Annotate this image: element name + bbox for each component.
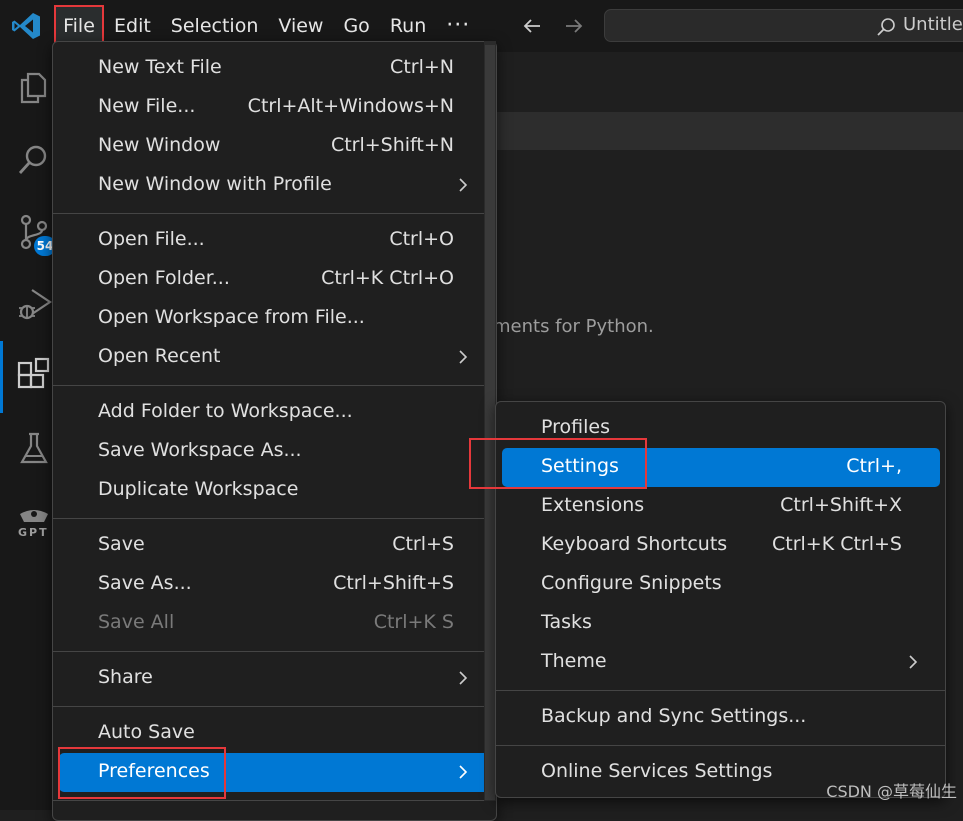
menu-item-new-window[interactable]: New Window Ctrl+Shift+N bbox=[59, 127, 490, 166]
menu-item-new-text-file[interactable]: New Text File Ctrl+N bbox=[59, 49, 490, 88]
chevron-right-icon bbox=[459, 671, 468, 685]
extensions-icon[interactable] bbox=[14, 356, 54, 396]
menu-item-duplicate-workspace[interactable]: Duplicate Workspace bbox=[59, 471, 490, 510]
menu-separator bbox=[53, 800, 496, 801]
menu-item-open-folder[interactable]: Open Folder... Ctrl+K Ctrl+O bbox=[59, 260, 490, 299]
command-center[interactable]: Untitled bbox=[604, 9, 963, 42]
command-center-text: Untitled bbox=[903, 14, 963, 35]
menu-item-open-recent[interactable]: Open Recent bbox=[59, 338, 490, 377]
menu-item-configure-snippets[interactable]: Configure Snippets bbox=[502, 565, 940, 604]
menu-item-extensions[interactable]: Extensions Ctrl+Shift+X bbox=[502, 487, 940, 526]
menu-separator bbox=[53, 518, 496, 519]
testing-flask-icon[interactable] bbox=[14, 428, 54, 468]
preferences-submenu: Profiles Settings Ctrl+, Extensions Ctrl… bbox=[495, 401, 946, 798]
menu-item-theme[interactable]: Theme bbox=[502, 643, 940, 682]
menu-item-backup-sync[interactable]: Backup and Sync Settings... bbox=[502, 698, 940, 737]
menu-item-add-folder[interactable]: Add Folder to Workspace... bbox=[59, 393, 490, 432]
menu-item-preferences[interactable]: Preferences bbox=[59, 753, 490, 792]
vscode-logo-icon bbox=[12, 13, 40, 39]
menu-item-auto-save[interactable]: Auto Save bbox=[59, 714, 490, 753]
editor-background-text: ments for Python. bbox=[493, 316, 654, 337]
menu-item-new-window-with-profile[interactable]: New Window with Profile bbox=[59, 166, 490, 205]
menu-separator bbox=[496, 690, 945, 691]
active-view-indicator bbox=[0, 341, 3, 413]
menu-item-share[interactable]: Share bbox=[59, 659, 490, 698]
menu-scrollbar-thumb[interactable] bbox=[485, 45, 495, 800]
forward-arrow-icon[interactable] bbox=[562, 14, 586, 42]
chevron-right-icon bbox=[459, 765, 468, 779]
menu-item-save-workspace-as[interactable]: Save Workspace As... bbox=[59, 432, 490, 471]
search-icon bbox=[877, 18, 895, 36]
menu-item-profiles[interactable]: Profiles bbox=[502, 409, 940, 448]
menu-separator bbox=[53, 213, 496, 214]
navigation-controls bbox=[520, 14, 586, 42]
run-debug-icon[interactable] bbox=[14, 284, 54, 324]
menu-item-save[interactable]: Save Ctrl+S bbox=[59, 526, 490, 565]
menu-item-save-all: Save All Ctrl+K S bbox=[98, 611, 454, 633]
watermark: CSDN @草莓仙生 bbox=[826, 782, 957, 801]
menu-item-new-file[interactable]: New File... Ctrl+Alt+Windows+N bbox=[59, 88, 490, 127]
back-arrow-icon[interactable] bbox=[520, 14, 544, 42]
menu-separator bbox=[53, 651, 496, 652]
menu-item-open-workspace[interactable]: Open Workspace from File... bbox=[59, 299, 490, 338]
activity-bar: 54 GPT bbox=[0, 52, 56, 810]
chevron-right-icon bbox=[909, 655, 918, 669]
chevron-right-icon bbox=[459, 178, 468, 192]
menu-item-open-file[interactable]: Open File... Ctrl+O bbox=[59, 221, 490, 260]
menu-item-tasks[interactable]: Tasks bbox=[502, 604, 940, 643]
menu-item-save-as[interactable]: Save As... Ctrl+Shift+S bbox=[59, 565, 490, 604]
menu-item-keyboard-shortcuts[interactable]: Keyboard Shortcuts Ctrl+K Ctrl+S bbox=[502, 526, 940, 565]
explorer-icon[interactable] bbox=[14, 66, 54, 106]
editor-tab-strip bbox=[485, 112, 963, 150]
menu-separator bbox=[53, 706, 496, 707]
menu-separator bbox=[496, 745, 945, 746]
menu-item-settings[interactable]: Settings Ctrl+, bbox=[502, 448, 940, 487]
menu-separator bbox=[53, 385, 496, 386]
gpt-label: GPT bbox=[18, 526, 49, 539]
file-menu: New Text File Ctrl+N New File... Ctrl+Al… bbox=[52, 41, 497, 821]
chevron-right-icon bbox=[459, 350, 468, 364]
search-sidebar-icon[interactable] bbox=[14, 140, 54, 180]
